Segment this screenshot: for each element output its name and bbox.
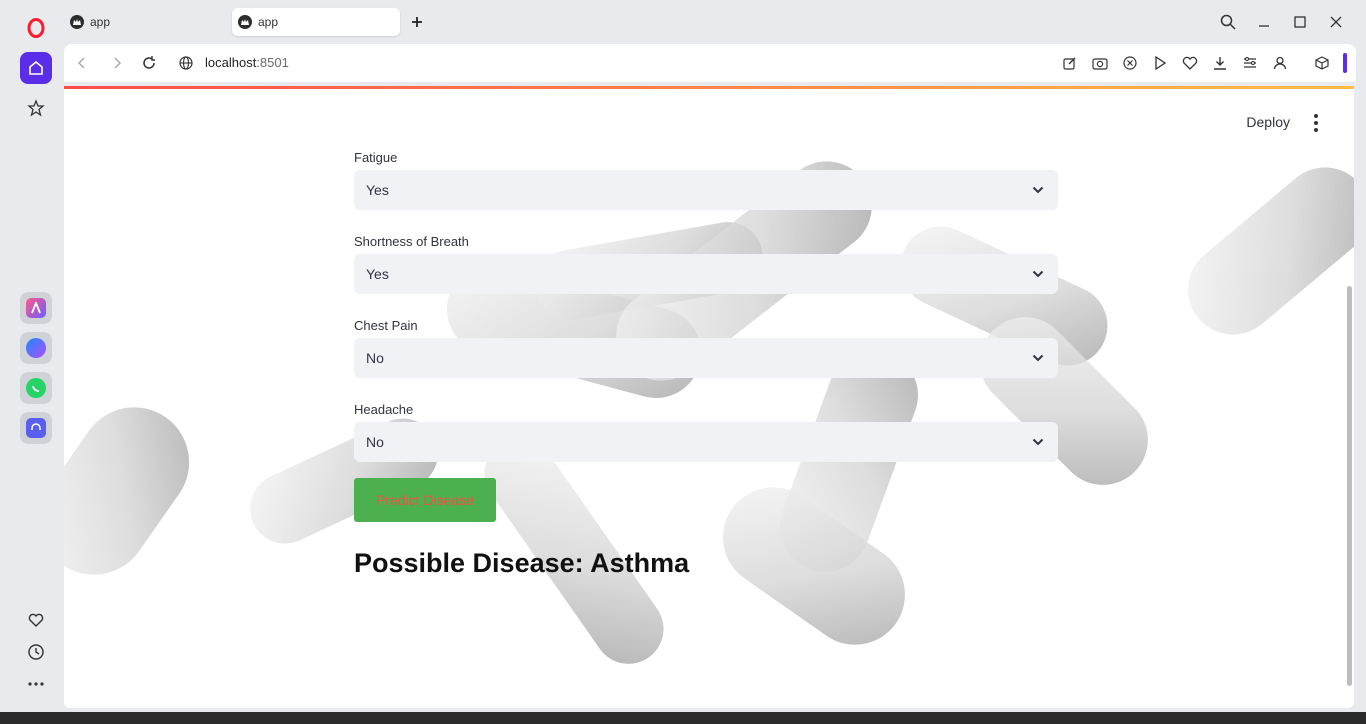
fatigue-select[interactable]: Yes [354, 170, 1058, 210]
opera-logo-icon[interactable] [20, 12, 52, 44]
camera-icon[interactable] [1091, 54, 1109, 72]
prediction-result: Possible Disease: Asthma [354, 548, 690, 578]
url-host: localhost [205, 55, 257, 70]
tab-strip: app app [64, 0, 1366, 44]
heart-icon[interactable] [1181, 54, 1199, 72]
shortness-of-breath-select[interactable]: Yes [354, 254, 1058, 294]
symptom-form: Fatigue Yes Shortness of Breath Yes Ches… [354, 150, 1058, 579]
chest-pain-select[interactable]: No [354, 338, 1058, 378]
aria-icon[interactable] [20, 292, 52, 324]
underlying-taskbar [0, 712, 1366, 724]
search-tabs-icon[interactable] [1216, 10, 1240, 34]
shortness-of-breath-value: Yes [366, 266, 389, 282]
shortness-of-breath-label: Shortness of Breath [354, 234, 469, 249]
chest-pain-value: No [366, 350, 384, 366]
address-toolbar: localhost:8501 [64, 44, 1356, 82]
tab-app-1[interactable]: app [64, 8, 224, 36]
extensions-icon[interactable] [1313, 54, 1331, 72]
url-field[interactable]: localhost:8501 [205, 55, 289, 70]
fatigue-value: Yes [366, 182, 389, 198]
heart-icon[interactable] [20, 604, 52, 636]
download-icon[interactable] [1211, 54, 1229, 72]
main-menu-icon[interactable] [1308, 114, 1324, 132]
streamlit-favicon-icon [70, 15, 84, 29]
headache-label: Headache [354, 402, 414, 417]
sidebar-toggle[interactable] [1343, 53, 1347, 73]
streamlit-top-decoration [64, 86, 1354, 89]
fatigue-label: Fatigue [354, 150, 398, 165]
profile-icon[interactable] [1271, 54, 1289, 72]
forward-icon[interactable] [107, 53, 127, 73]
streamlit-favicon-icon [238, 15, 252, 29]
star-icon[interactable] [20, 92, 52, 124]
close-icon[interactable] [1324, 10, 1348, 34]
tab-label: app [258, 15, 279, 29]
chevron-down-icon [1032, 270, 1044, 278]
shield-icon[interactable] [1121, 54, 1139, 72]
opera-sidebar [0, 0, 64, 724]
whatsapp-icon[interactable] [20, 372, 52, 404]
chest-pain-label: Chest Pain [354, 318, 418, 333]
predict-disease-button[interactable]: Predict Disease [354, 478, 496, 522]
more-icon[interactable] [20, 668, 52, 700]
history-icon[interactable] [20, 636, 52, 668]
maximize-icon[interactable] [1288, 10, 1312, 34]
home-icon[interactable] [20, 52, 52, 84]
tab-label: app [90, 15, 111, 29]
chevron-down-icon [1032, 186, 1044, 194]
new-tab-icon[interactable] [405, 10, 429, 34]
back-icon[interactable] [72, 53, 92, 73]
headache-select[interactable]: No [354, 422, 1058, 462]
tab-app-2[interactable]: app [232, 8, 400, 36]
chevron-down-icon [1032, 438, 1044, 446]
deploy-button[interactable]: Deploy [1246, 114, 1290, 130]
minimize-icon[interactable] [1252, 10, 1276, 34]
messenger-icon[interactable] [20, 332, 52, 364]
edit-icon[interactable] [1061, 54, 1079, 72]
music-icon[interactable] [20, 412, 52, 444]
headache-value: No [366, 434, 384, 450]
globe-icon [176, 53, 196, 73]
easy-setup-icon[interactable] [1241, 54, 1259, 72]
reload-icon[interactable] [139, 53, 159, 73]
scrollbar[interactable] [1347, 286, 1352, 686]
url-port: :8501 [256, 55, 289, 70]
chevron-down-icon [1032, 354, 1044, 362]
play-icon[interactable] [1151, 54, 1169, 72]
page-viewport: Deploy Fatigue Yes Shortness of Breath Y… [64, 86, 1354, 708]
